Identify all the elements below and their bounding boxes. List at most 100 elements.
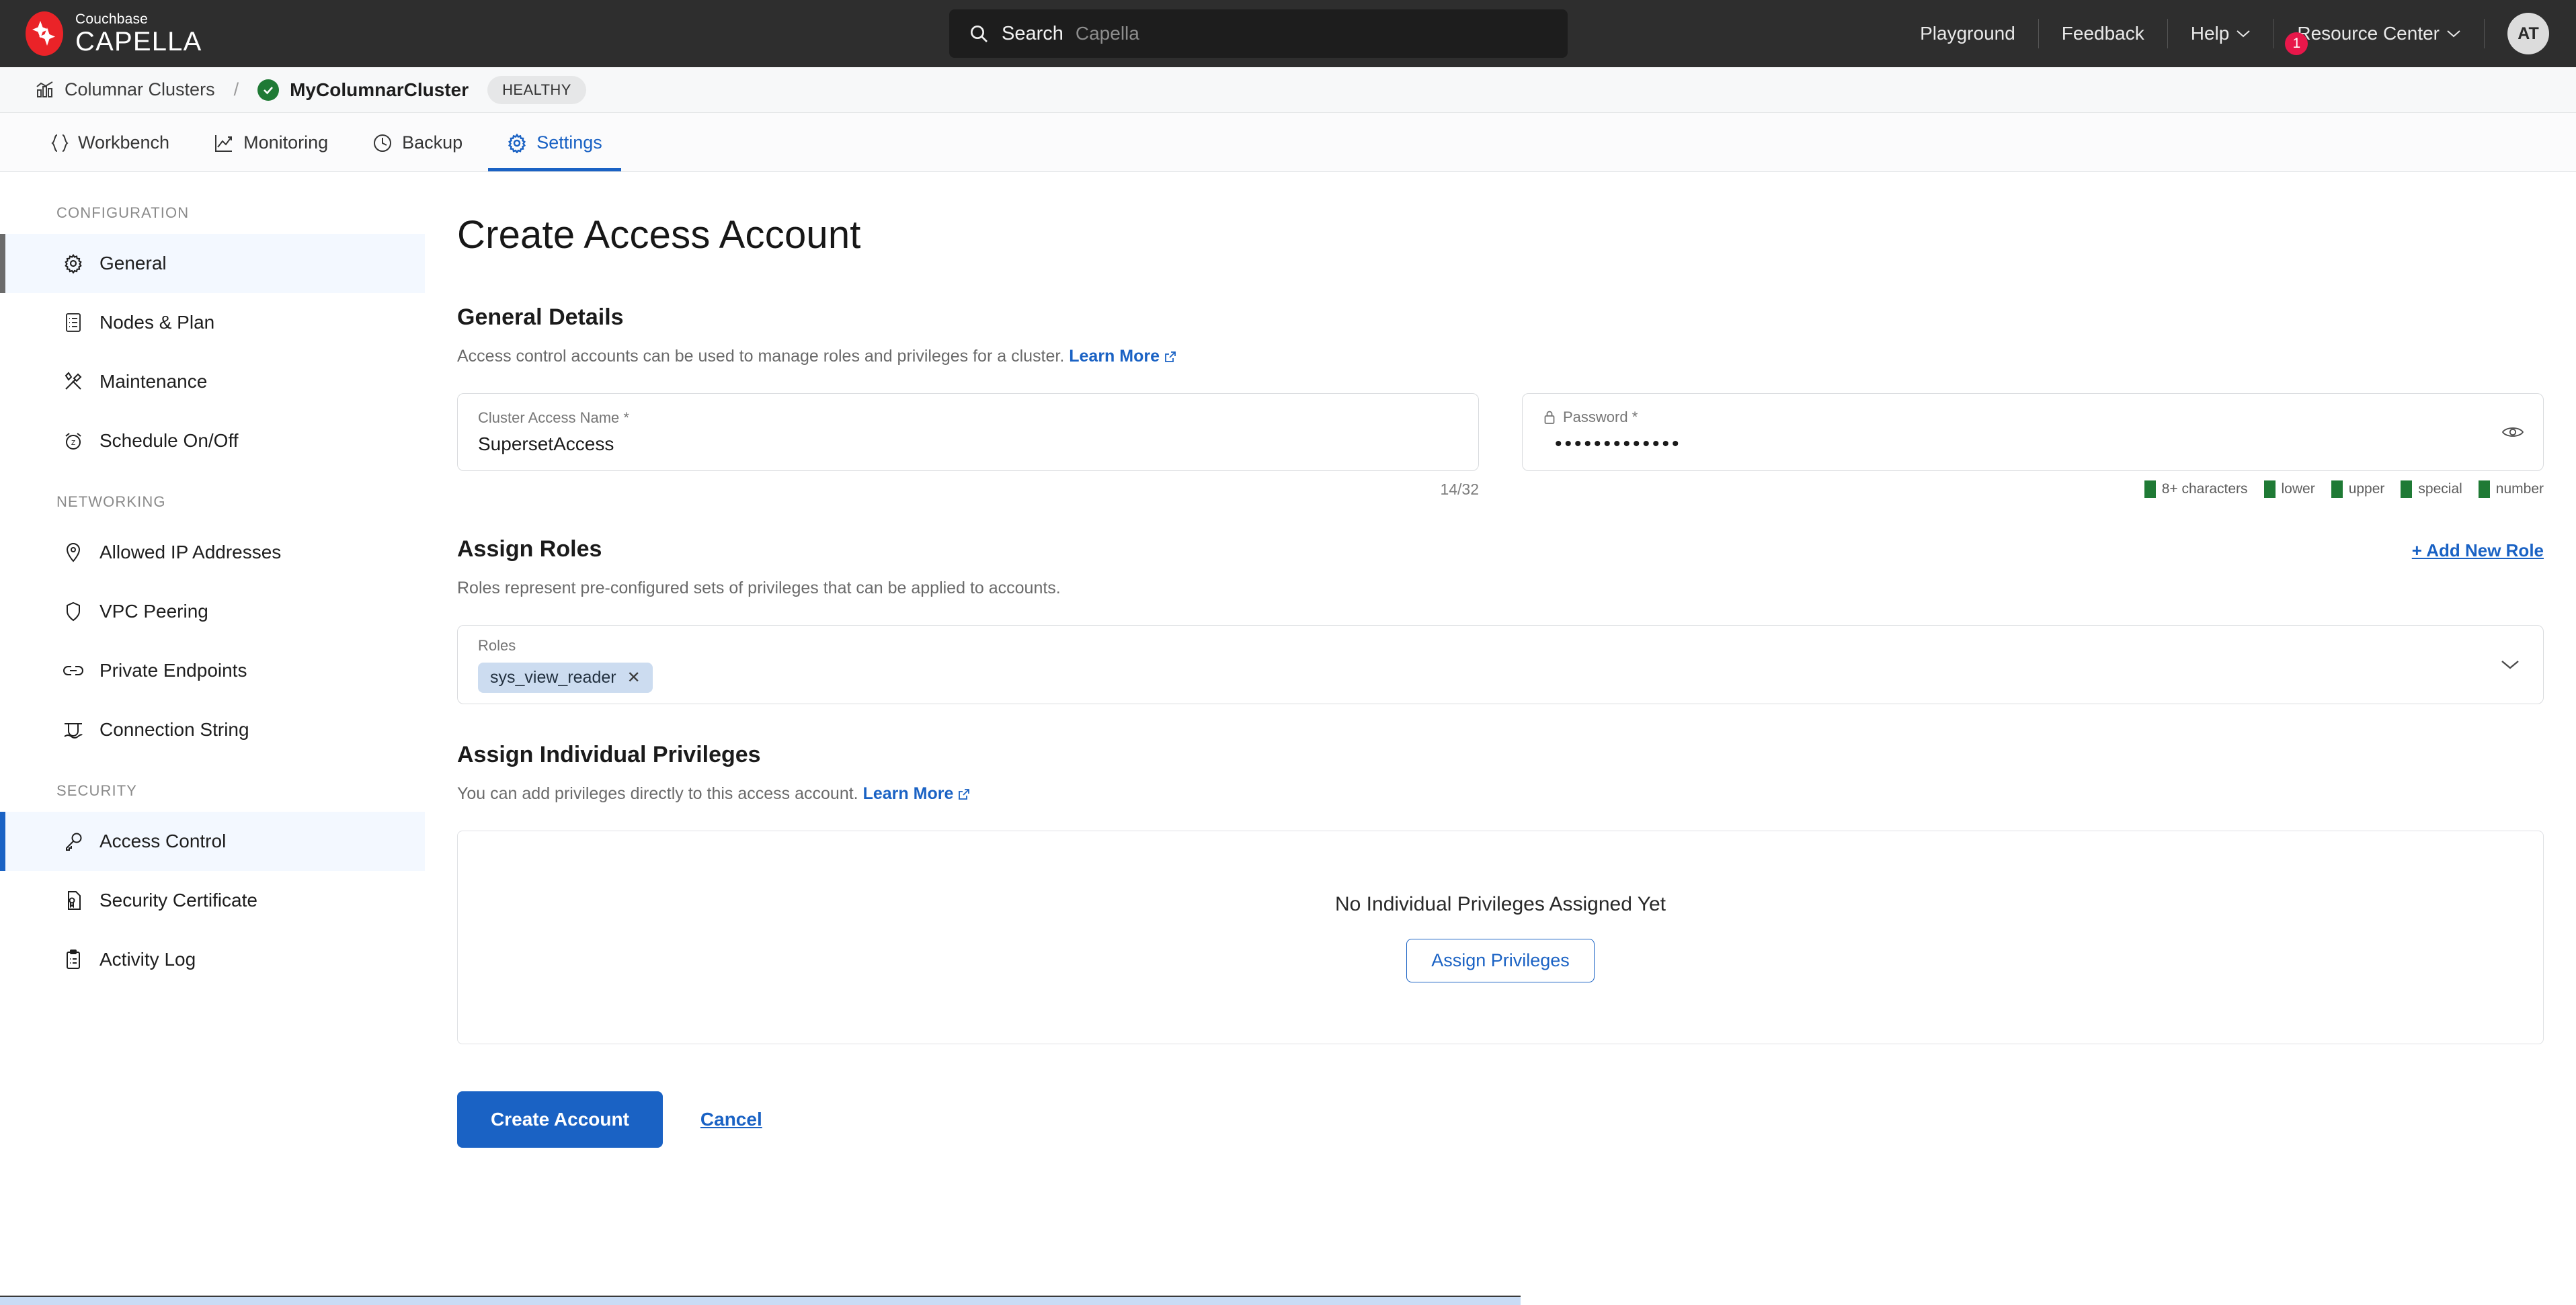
rule-indicator bbox=[2263, 480, 2276, 498]
assign-roles-header: Assign Roles Roles represent pre-configu… bbox=[457, 536, 2576, 625]
rule-indicator bbox=[2331, 480, 2343, 498]
rule-label: special bbox=[2418, 481, 2462, 497]
certificate-icon bbox=[62, 889, 85, 912]
chart-line-icon bbox=[214, 133, 234, 153]
assign-privileges-description: You can add privileges directly to this … bbox=[457, 784, 2576, 804]
sidebar-item-access-control[interactable]: Access Control bbox=[0, 812, 425, 871]
cluster-access-name-label: Cluster Access Name * bbox=[478, 409, 629, 426]
tab-monitoring-label: Monitoring bbox=[243, 132, 329, 153]
breadcrumb: Columnar Clusters / MyColumnarCluster HE… bbox=[0, 67, 2576, 113]
cluster-name: MyColumnarCluster bbox=[290, 79, 469, 100]
sidebar-item-activity-log[interactable]: Activity Log bbox=[0, 930, 425, 989]
tools-icon bbox=[62, 370, 85, 393]
top-navigation-bar: Couchbase CAPELLA Search Capella Playgro… bbox=[0, 0, 2576, 67]
roles-chip-list: sys_view_reader ✕ bbox=[478, 662, 2523, 693]
tab-backup[interactable]: Backup bbox=[354, 132, 481, 171]
external-link-icon bbox=[1164, 350, 1177, 364]
rule-label: 8+ characters bbox=[2161, 481, 2248, 497]
password-rule: 8+ characters bbox=[2144, 480, 2248, 498]
password-label-row: Password * bbox=[1543, 409, 2523, 426]
password-input[interactable]: ••••••••••••• bbox=[1543, 433, 2523, 456]
password-rule: upper bbox=[2331, 480, 2385, 498]
sidebar-group-security: SECURITY Access Control Security Certifi… bbox=[0, 782, 425, 989]
list-document-icon bbox=[62, 311, 85, 334]
sidebar-item-private-endpoints[interactable]: Private Endpoints bbox=[0, 641, 425, 700]
sidebar-group-label: CONFIGURATION bbox=[56, 204, 190, 221]
breadcrumb-current: MyColumnarCluster HEALTHY bbox=[257, 75, 586, 104]
shield-icon bbox=[62, 600, 85, 623]
password-column: Password * ••••••••••••• 8+ characters l… bbox=[1522, 393, 2544, 499]
sidebar-item-general[interactable]: General bbox=[0, 234, 425, 293]
general-details-description-text: Access control accounts can be used to m… bbox=[457, 347, 1065, 366]
sidebar-item-security-certificate[interactable]: Security Certificate bbox=[0, 871, 425, 930]
tab-workbench-label: Workbench bbox=[78, 132, 170, 153]
create-account-button[interactable]: Create Account bbox=[457, 1091, 663, 1148]
rule-label: upper bbox=[2348, 481, 2385, 497]
sidebar-item-nodes-plan[interactable]: Nodes & Plan bbox=[0, 293, 425, 352]
clipboard-icon bbox=[62, 948, 85, 971]
cancel-button[interactable]: Cancel bbox=[676, 1091, 787, 1148]
rule-indicator bbox=[2144, 480, 2156, 498]
role-chip[interactable]: sys_view_reader ✕ bbox=[478, 662, 653, 693]
rule-label: lower bbox=[2281, 481, 2315, 497]
external-link-icon bbox=[957, 788, 971, 801]
help-label: Help bbox=[2190, 23, 2230, 44]
status-badge: HEALTHY bbox=[487, 75, 586, 104]
password-field[interactable]: Password * ••••••••••••• bbox=[1522, 393, 2544, 471]
clusters-icon bbox=[35, 81, 55, 99]
sidebar-group-label: NETWORKING bbox=[56, 493, 166, 510]
page-body: CONFIGURATION General Nodes & Plan Maint… bbox=[0, 172, 2576, 1305]
close-icon[interactable]: ✕ bbox=[627, 668, 641, 687]
cluster-access-name-column: Cluster Access Name * SupersetAccess 14/… bbox=[457, 393, 1479, 499]
avatar[interactable]: AT bbox=[2507, 13, 2549, 54]
capella-logo[interactable]: Couchbase CAPELLA bbox=[26, 11, 202, 56]
general-details-fields: Cluster Access Name * SupersetAccess 14/… bbox=[457, 393, 2576, 499]
password-label: Password * bbox=[1563, 409, 1638, 425]
gear-icon bbox=[507, 133, 527, 153]
password-rule: lower bbox=[2263, 480, 2315, 498]
feedback-link[interactable]: Feedback bbox=[2039, 23, 2167, 44]
sidebar-item-connection-string[interactable]: Connection String bbox=[0, 700, 425, 759]
sidebar-item-label: Nodes & Plan bbox=[99, 312, 215, 333]
global-search-bar[interactable]: Search Capella bbox=[949, 9, 1568, 58]
help-menu[interactable]: Help bbox=[2168, 23, 2274, 44]
cluster-access-name-input[interactable]: SupersetAccess bbox=[478, 433, 1458, 455]
braces-icon bbox=[51, 133, 69, 153]
chevron-down-icon[interactable] bbox=[2500, 659, 2520, 671]
cluster-access-name-field[interactable]: Cluster Access Name * SupersetAccess bbox=[457, 393, 1479, 471]
tab-monitoring[interactable]: Monitoring bbox=[195, 132, 347, 171]
sidebar-group-configuration: CONFIGURATION General Nodes & Plan Maint… bbox=[0, 204, 425, 470]
search-input[interactable]: Capella bbox=[1076, 23, 1139, 44]
tab-backup-label: Backup bbox=[402, 132, 463, 153]
assign-privileges-learn-more-link[interactable]: Learn More bbox=[863, 784, 971, 804]
page-title: Create Access Account bbox=[457, 213, 861, 257]
horizontal-scrollbar[interactable] bbox=[0, 1296, 1521, 1305]
roles-field-label: Roles bbox=[478, 636, 516, 654]
form-actions: Create Account Cancel bbox=[457, 1091, 2576, 1148]
tab-workbench[interactable]: Workbench bbox=[32, 132, 188, 171]
sidebar-item-allowed-ip-addresses[interactable]: Allowed IP Addresses bbox=[0, 523, 425, 582]
sidebar-item-vpc-peering[interactable]: VPC Peering bbox=[0, 582, 425, 641]
toggle-password-visibility-button[interactable] bbox=[2501, 424, 2524, 440]
character-counter: 14/32 bbox=[1440, 480, 1479, 498]
playground-link[interactable]: Playground bbox=[1897, 23, 2038, 44]
settings-sidebar: CONFIGURATION General Nodes & Plan Maint… bbox=[0, 172, 425, 1305]
sidebar-item-maintenance[interactable]: Maintenance bbox=[0, 352, 425, 411]
password-requirements: 8+ characters lower upper special number bbox=[1522, 480, 2544, 498]
general-details-learn-more-link[interactable]: Learn More bbox=[1069, 347, 1177, 366]
add-new-role-link[interactable]: + Add New Role bbox=[2412, 536, 2544, 561]
sidebar-item-schedule-on-off[interactable]: Z Schedule On/Off bbox=[0, 411, 425, 470]
top-right-menu: Playground Feedback Help 1 Resource Cent… bbox=[1897, 0, 2549, 67]
tab-settings[interactable]: Settings bbox=[488, 132, 621, 171]
breadcrumb-columnar-clusters[interactable]: Columnar Clusters bbox=[35, 79, 215, 100]
search-icon bbox=[968, 23, 990, 44]
lock-icon bbox=[1543, 410, 1556, 425]
password-rule: special bbox=[2401, 480, 2462, 498]
resource-center-menu[interactable]: 1 Resource Center bbox=[2274, 23, 2484, 55]
role-chip-label: sys_view_reader bbox=[490, 667, 616, 687]
assign-roles-heading: Assign Roles bbox=[457, 536, 602, 562]
assign-privileges-button[interactable]: Assign Privileges bbox=[1406, 938, 1595, 982]
roles-select-field[interactable]: Roles sys_view_reader ✕ bbox=[457, 625, 2544, 704]
assign-privileges-description-text: You can add privileges directly to this … bbox=[457, 784, 858, 803]
divider bbox=[2484, 19, 2485, 48]
